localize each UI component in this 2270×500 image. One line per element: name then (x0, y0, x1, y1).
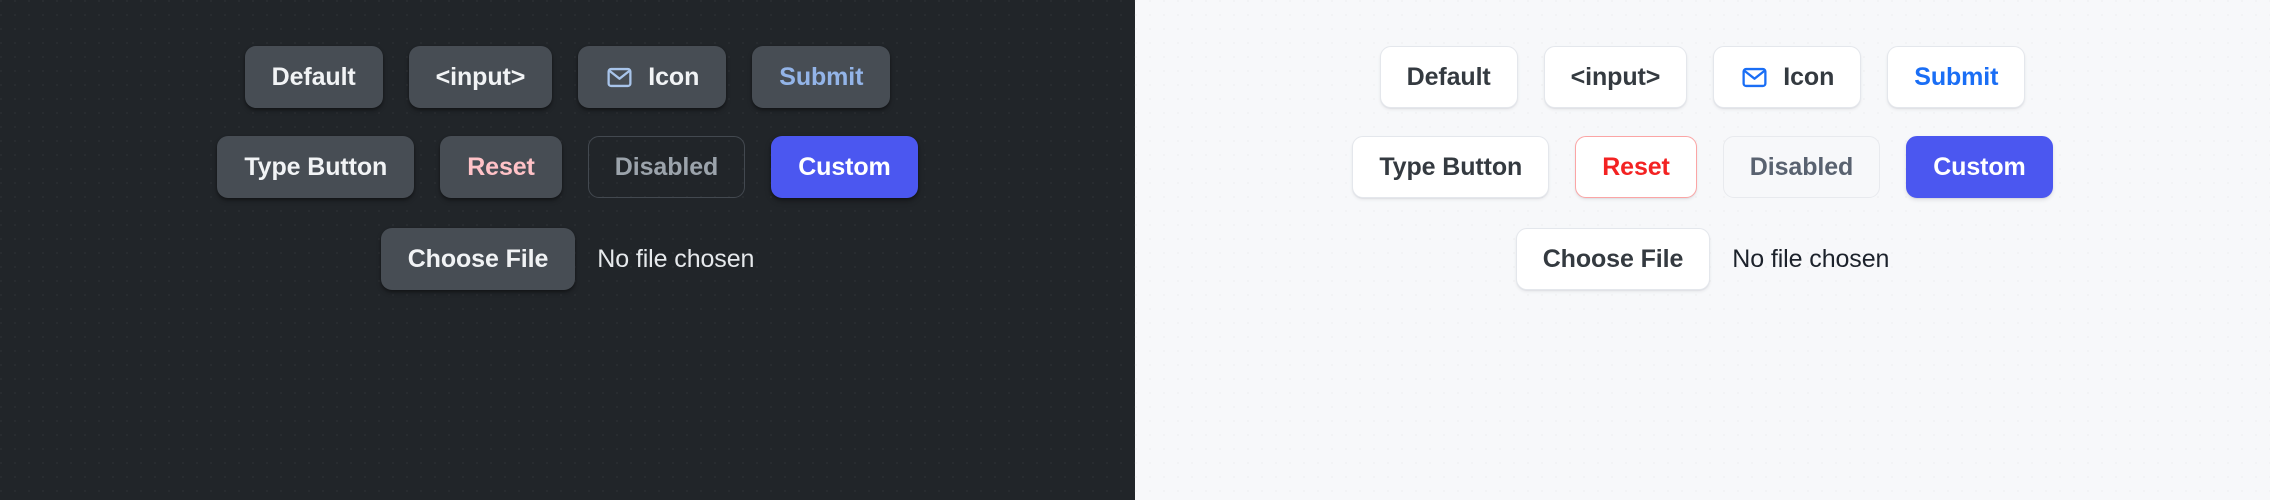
button-label: Type Button (1379, 152, 1523, 181)
button-row-primary: Default <input> Icon Submit (1379, 46, 2026, 108)
row2-custom[interactable]: Custom (1906, 136, 2053, 198)
row1-submit[interactable]: Submit (1887, 46, 2026, 108)
file-input-row: Choose File No file chosen (1515, 228, 1890, 290)
button-label: Custom (1933, 152, 2026, 181)
button-label: <input> (1570, 62, 1661, 91)
button-label: Icon (1783, 62, 1835, 91)
row1-submit[interactable]: Submit (752, 46, 891, 108)
choose-file-button[interactable]: Choose File (380, 228, 576, 290)
row2-disabled: Disabled (1722, 136, 1881, 198)
button-row-primary: Default <input> Icon Submit (244, 46, 891, 108)
row1-default[interactable]: Default (1379, 46, 1518, 108)
row1-icon[interactable]: Icon (578, 46, 727, 108)
row2-disabled: Disabled (587, 136, 746, 198)
envelope-icon (1740, 63, 1769, 92)
row1-input[interactable]: <input> (408, 46, 553, 108)
row2-custom[interactable]: Custom (771, 136, 918, 198)
button-label: Icon (648, 62, 700, 91)
row1-input[interactable]: <input> (1543, 46, 1688, 108)
button-label: Custom (798, 152, 891, 181)
row1-icon[interactable]: Icon (1713, 46, 1862, 108)
panel-rows: Default <input> Icon Submit Type Button Rese… (1135, 0, 2270, 500)
row2-reset[interactable]: Reset (1575, 136, 1697, 198)
envelope-icon (605, 63, 634, 92)
file-chosen-status: No file chosen (1732, 244, 1890, 273)
choose-file-button[interactable]: Choose File (1515, 228, 1711, 290)
row2-type-button[interactable]: Type Button (217, 136, 415, 198)
button-label: Default (271, 62, 356, 91)
button-label: Disabled (1749, 152, 1854, 181)
button-label: Reset (467, 152, 535, 181)
button-showcase: Default <input> Icon Submit Type Button Rese… (0, 0, 2270, 500)
row1-default[interactable]: Default (244, 46, 383, 108)
file-input-row: Choose File No file chosen (380, 228, 755, 290)
row2-type-button[interactable]: Type Button (1352, 136, 1550, 198)
button-label: Reset (1602, 152, 1670, 181)
button-label: Default (1406, 62, 1491, 91)
file-chosen-status: No file chosen (597, 244, 755, 273)
theme-panel-dark: Default <input> Icon Submit Type Button Rese… (0, 0, 1135, 500)
theme-panel-light: Default <input> Icon Submit Type Button Rese… (1135, 0, 2270, 500)
button-row-secondary: Type Button Reset Disabled Custom (1352, 136, 2053, 198)
row2-reset[interactable]: Reset (440, 136, 562, 198)
button-label: <input> (435, 62, 526, 91)
button-label: Submit (779, 62, 864, 91)
button-label: Submit (1914, 62, 1999, 91)
panel-rows: Default <input> Icon Submit Type Button Rese… (0, 0, 1135, 500)
button-label: Disabled (614, 152, 719, 181)
button-row-secondary: Type Button Reset Disabled Custom (217, 136, 918, 198)
button-label: Type Button (244, 152, 388, 181)
